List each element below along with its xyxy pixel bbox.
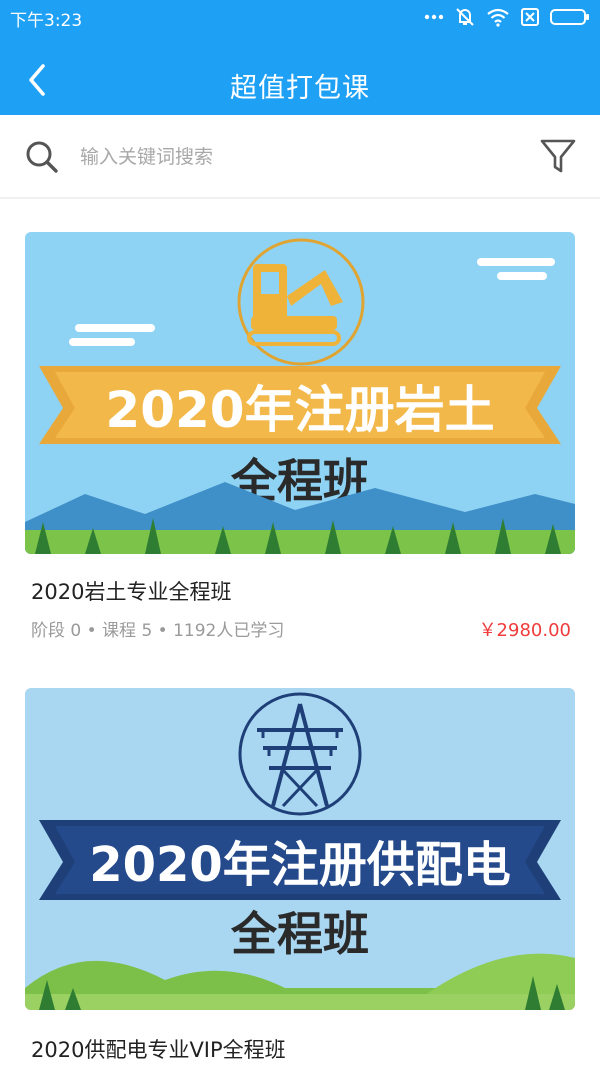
filter-icon — [538, 139, 578, 180]
search-icon — [24, 139, 60, 175]
course-meta: 阶段 0 • 课程 5 • 1192人已学习 — [31, 621, 285, 641]
status-time: 下午3:23 — [10, 11, 83, 31]
wifi-icon — [486, 7, 510, 27]
course-card[interactable]: 2020年注册岩土 全程班 2020岩土专业全程班 阶段 0 • 课程 5 • … — [25, 232, 575, 672]
course-banner: 2020年注册供配电 全程班 — [25, 688, 575, 1010]
course-title: 2020岩土专业全程班 — [31, 580, 232, 604]
banner-headline: 2020年注册岩土 — [105, 381, 494, 439]
filter-button[interactable] — [538, 136, 578, 176]
course-card[interactable]: 2020年注册供配电 全程班 2020供配电专业VIP全程班 — [25, 688, 575, 1067]
course-price: ￥2980.00 — [478, 620, 571, 641]
status-bar: 下午3:23 — [0, 0, 600, 36]
nav-bar: 超值打包课 — [0, 50, 600, 115]
course-title: 2020供配电专业VIP全程班 — [31, 1038, 286, 1062]
search-bar — [0, 115, 600, 199]
course-banner: 2020年注册岩土 全程班 — [25, 232, 575, 554]
battery-icon — [550, 8, 590, 26]
more-dots-icon — [424, 13, 444, 21]
status-icons — [424, 4, 590, 30]
mute-icon — [454, 6, 476, 28]
banner-headline: 2020年注册供配电 — [89, 837, 511, 893]
page-title: 超值打包课 — [230, 73, 370, 104]
app-header: 下午3:23 超值打包课 — [0, 0, 600, 115]
sim-off-icon — [520, 7, 540, 27]
banner-subline: 全程班 — [230, 907, 369, 961]
search-input[interactable] — [80, 139, 500, 175]
